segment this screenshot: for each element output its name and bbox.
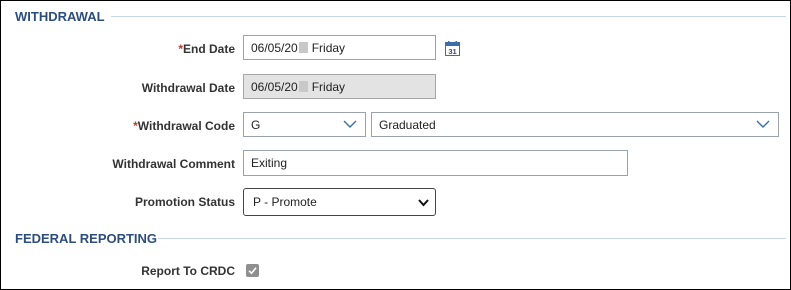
report-to-crdc-checkbox[interactable] xyxy=(246,264,259,277)
withdrawal-code-select[interactable]: G xyxy=(243,112,366,137)
withdrawal-description-value: Graduated xyxy=(379,117,436,132)
section-divider xyxy=(111,16,786,17)
withdrawal-description-select[interactable]: Graduated xyxy=(371,112,779,137)
section-header-federal-reporting: FEDERAL REPORTING xyxy=(15,230,157,246)
withdrawal-comment-label: Withdrawal Comment xyxy=(112,157,235,171)
section-divider xyxy=(158,238,786,239)
end-date-label-text: End Date xyxy=(182,42,235,56)
calendar-day-number: 31 xyxy=(448,47,456,56)
promotion-status-value: P - Promote xyxy=(253,195,317,209)
end-date-label: *End Date xyxy=(1,42,235,56)
withdrawal-code-label-text: Withdrawal Code xyxy=(137,119,235,133)
withdrawal-code-label: *Withdrawal Code xyxy=(1,119,235,133)
withdrawal-comment-value: Exiting xyxy=(251,156,288,170)
end-date-value: 06/05/20 xyxy=(251,40,298,55)
report-to-crdc-label: Report To CRDC xyxy=(141,264,235,278)
chevron-down-icon[interactable] xyxy=(756,120,770,129)
end-date-weekday: Friday xyxy=(311,40,346,55)
section-title-withdrawal: WITHDRAWAL xyxy=(15,8,105,24)
withdrawal-code-value: G xyxy=(251,117,261,132)
chevron-down-icon[interactable] xyxy=(418,199,429,207)
withdrawal-comment-input[interactable]: Exiting xyxy=(243,150,628,176)
promotion-status-select[interactable]: P - Promote xyxy=(243,188,436,216)
withdrawal-date-weekday: Friday xyxy=(311,79,346,94)
withdrawal-date-field: 06/05/20 Friday xyxy=(243,74,436,99)
end-date-input[interactable]: 06/05/20 Friday xyxy=(243,35,436,60)
withdrawal-date-value: 06/05/20 xyxy=(251,79,298,94)
promotion-status-label: Promotion Status xyxy=(134,195,235,209)
redacted-year xyxy=(298,42,308,53)
section-title-federal-reporting: FEDERAL REPORTING xyxy=(15,230,158,246)
withdrawal-date-label: Withdrawal Date xyxy=(141,81,235,95)
chevron-down-icon[interactable] xyxy=(343,120,357,129)
redacted-year xyxy=(298,81,308,92)
check-icon xyxy=(248,267,257,275)
withdrawal-panel: WITHDRAWAL *End Date 06/05/20 Friday 31 W… xyxy=(0,0,791,290)
section-header-withdrawal: WITHDRAWAL xyxy=(15,8,105,24)
calendar-icon[interactable]: 31 xyxy=(445,41,460,56)
